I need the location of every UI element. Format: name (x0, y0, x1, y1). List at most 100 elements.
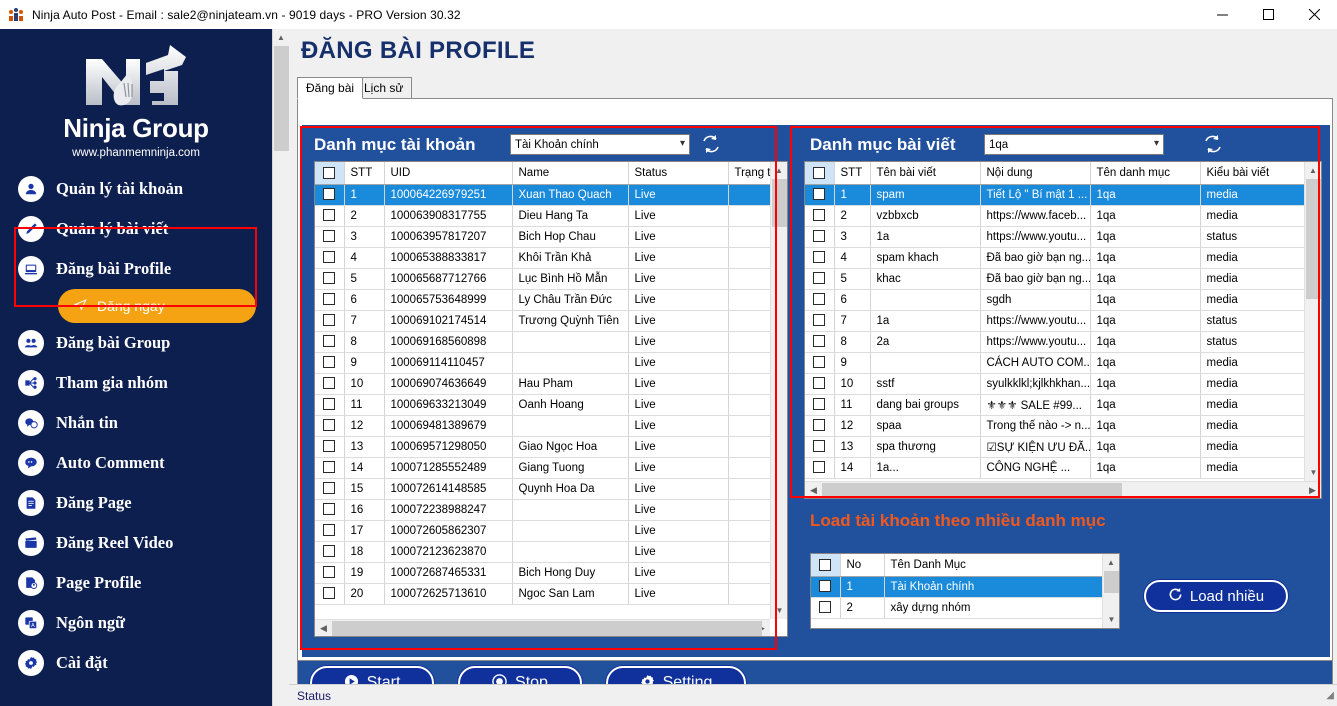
load-vertical-scrollbar[interactable]: ▲ ▼ (1102, 554, 1119, 628)
row-checkbox[interactable] (323, 566, 336, 579)
scroll-down-arrow-icon[interactable]: ▼ (771, 602, 787, 619)
column-header[interactable]: Tên Danh Mục (884, 554, 1102, 577)
sidebar-item-11[interactable]: A Ngôn ngữ (0, 603, 272, 643)
table-row[interactable]: 19 100072687465331 Bich Hong Duy Live (315, 562, 770, 584)
row-checkbox[interactable] (819, 601, 832, 614)
row-select-cell[interactable] (315, 562, 345, 584)
row-checkbox[interactable] (323, 587, 336, 600)
sidebar-item-1[interactable]: Quản lý tài khoản (0, 169, 272, 209)
row-select-cell[interactable] (315, 373, 345, 395)
close-button[interactable] (1291, 0, 1337, 29)
table-row[interactable]: 4 100065388833817 Khôi Trần Khả Live (315, 247, 770, 269)
table-row[interactable]: 9 100069114110457 Live (315, 352, 770, 374)
row-select-cell[interactable] (315, 247, 345, 269)
sidebar-item-2[interactable]: Quản lý bài viết (0, 209, 272, 249)
posts-vertical-scrollbar[interactable]: ▲ ▼ (1304, 162, 1321, 481)
scroll-down-arrow-icon[interactable]: ▼ (1305, 464, 1321, 481)
row-select-cell[interactable] (315, 394, 345, 416)
scroll-thumb[interactable] (822, 482, 1122, 498)
row-checkbox[interactable] (323, 377, 336, 390)
post-category-select[interactable]: 1qa ▾ (984, 134, 1164, 155)
row-checkbox[interactable] (323, 251, 336, 264)
scroll-down-arrow-icon[interactable]: ▼ (1103, 611, 1119, 628)
table-row[interactable]: 13 100069571298050 Giao Ngọc Hoa Live (315, 436, 770, 458)
posts-horizontal-scrollbar[interactable]: ◀ ▶ (805, 481, 1321, 498)
column-header[interactable]: UID (384, 162, 513, 185)
scroll-up-arrow-icon[interactable]: ▲ (771, 162, 787, 179)
row-select-cell[interactable] (315, 520, 345, 542)
table-row[interactable]: 1 Tài Khoản chính (811, 576, 1102, 598)
sidebar-item-12[interactable]: Cài đặt (0, 643, 272, 683)
accounts-refresh-button[interactable] (698, 132, 724, 156)
scroll-thumb[interactable] (332, 620, 762, 636)
sidebar-item-8[interactable]: Đăng Page (0, 483, 272, 523)
scroll-left-arrow-icon[interactable]: ◀ (315, 620, 332, 637)
row-select-cell[interactable] (805, 352, 835, 374)
row-checkbox[interactable] (813, 377, 826, 390)
accounts-grid[interactable]: STTUIDNameStatusTrạng thái11000642269792… (314, 161, 788, 637)
row-checkbox[interactable] (323, 335, 336, 348)
row-checkbox[interactable] (323, 314, 336, 327)
sidebar-item-6[interactable]: Nhắn tin (0, 403, 272, 443)
tab-dang-bai[interactable]: Đăng bài (297, 77, 364, 99)
table-row[interactable]: 8 2a https://www.youtu... 1qa status (805, 331, 1304, 353)
row-select-cell[interactable] (315, 415, 345, 437)
column-header[interactable]: No (840, 554, 885, 577)
row-checkbox[interactable] (813, 293, 826, 306)
row-select-cell[interactable] (315, 289, 345, 311)
column-header[interactable]: Trạng thái (728, 162, 770, 185)
row-select-cell[interactable] (315, 184, 345, 206)
row-checkbox[interactable] (813, 230, 826, 243)
table-row[interactable]: 9 CÁCH AUTO COM... 1qa media (805, 352, 1304, 374)
column-header[interactable]: Tên danh mục (1090, 162, 1201, 185)
row-checkbox[interactable] (323, 419, 336, 432)
table-row[interactable]: 12 spaa Trong thế nào -> n... 1qa media (805, 415, 1304, 437)
row-checkbox[interactable] (323, 524, 336, 537)
table-row[interactable]: 7 1a https://www.youtu... 1qa status (805, 310, 1304, 332)
row-select-cell[interactable] (315, 499, 345, 521)
row-select-cell[interactable] (805, 373, 835, 395)
column-header[interactable]: STT (344, 162, 385, 185)
row-select-cell[interactable] (805, 247, 835, 269)
row-select-cell[interactable] (315, 331, 345, 353)
row-select-cell[interactable] (805, 394, 835, 416)
row-checkbox[interactable] (813, 251, 826, 264)
table-row[interactable]: 11 100069633213049 Oanh Hoang Live (315, 394, 770, 416)
row-checkbox[interactable] (323, 209, 336, 222)
column-header[interactable]: Status (628, 162, 729, 185)
table-row[interactable]: 3 1a https://www.youtu... 1qa status (805, 226, 1304, 248)
maximize-button[interactable] (1245, 0, 1291, 29)
table-row[interactable]: 5 khac Đã bao giờ bạn ng... 1qa media (805, 268, 1304, 290)
table-row[interactable]: 13 spa thương ☑SỰ KIỆN ƯU ĐÃ... 1qa media (805, 436, 1304, 458)
account-category-select[interactable]: Tài Khoản chính ▾ (510, 134, 690, 155)
table-row[interactable]: 12 100069481389679 Live (315, 415, 770, 437)
row-checkbox[interactable] (819, 580, 832, 593)
scroll-up-arrow-icon[interactable]: ▲ (1305, 162, 1321, 179)
minimize-button[interactable] (1199, 0, 1245, 29)
row-checkbox[interactable] (813, 188, 826, 201)
select-all-checkbox[interactable] (813, 166, 826, 179)
sidebar-item-9[interactable]: Đăng Reel Video (0, 523, 272, 563)
row-checkbox[interactable] (813, 461, 826, 474)
sidebar-item-5[interactable]: Tham gia nhóm (0, 363, 272, 403)
table-row[interactable]: 10 sstf syulkklkl;kjlkhkhan... 1qa media (805, 373, 1304, 395)
row-checkbox[interactable] (813, 419, 826, 432)
row-checkbox[interactable] (323, 188, 336, 201)
row-checkbox[interactable] (813, 314, 826, 327)
table-row[interactable]: 6 100065753648999 Ly Châu Trần Đức Live (315, 289, 770, 311)
row-select-cell[interactable] (315, 352, 345, 374)
row-select-cell[interactable] (805, 331, 835, 353)
scroll-up-arrow-icon[interactable]: ▲ (1103, 554, 1119, 571)
sidebar-item-4[interactable]: Đăng bài Group (0, 323, 272, 363)
table-row[interactable]: 5 100065687712766 Lục Bình Hồ Mẫn Live (315, 268, 770, 290)
row-select-cell[interactable] (315, 478, 345, 500)
row-select-cell[interactable] (805, 184, 835, 206)
scroll-right-arrow-icon[interactable]: ▶ (1304, 482, 1321, 499)
row-checkbox[interactable] (323, 293, 336, 306)
posts-grid[interactable]: STT Tên bài viết Nội dung Tên danh mục Kiểu … (804, 161, 1322, 499)
tab-lich-su[interactable]: Lịch sử (355, 77, 413, 99)
table-row[interactable]: 2 xây dựng nhóm (811, 597, 1102, 619)
table-row[interactable]: 17 100072605862307 Live (315, 520, 770, 542)
scroll-up-arrow-icon[interactable]: ▲ (273, 29, 289, 46)
table-row[interactable]: 2 vzbbxcb https://www.faceb... 1qa media (805, 205, 1304, 227)
